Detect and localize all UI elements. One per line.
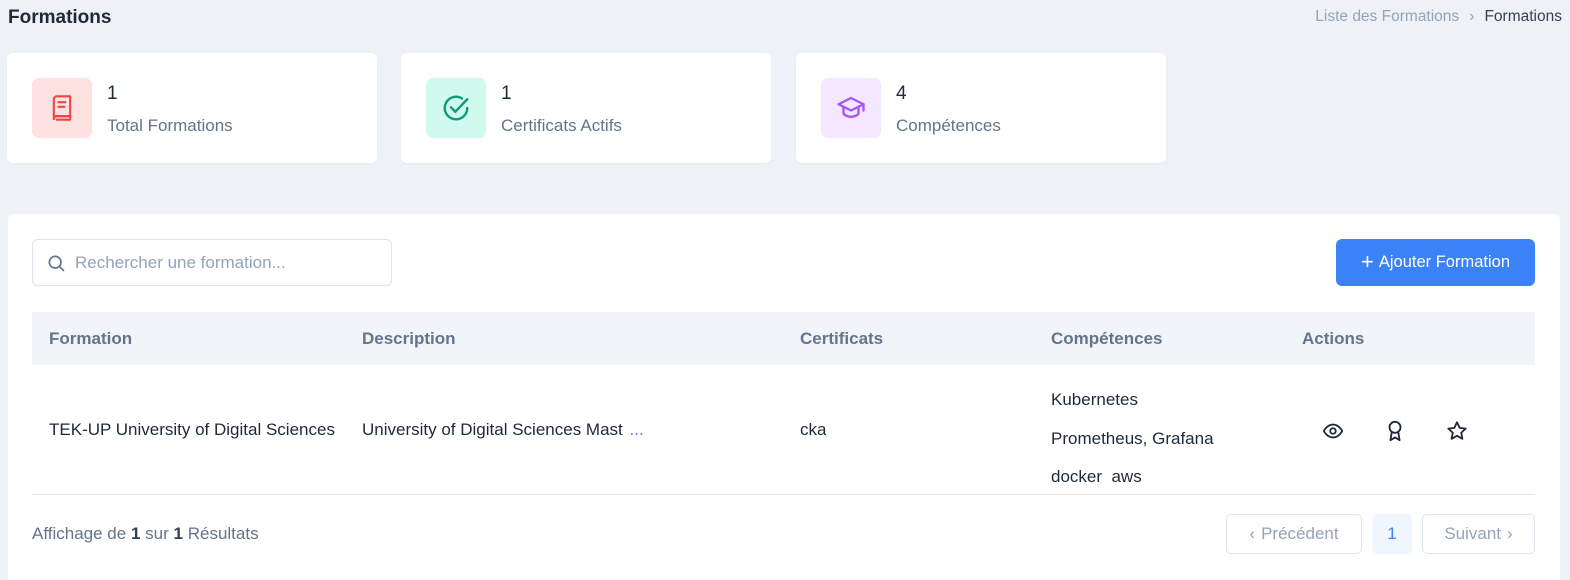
column-header-certificats: Certificats xyxy=(800,329,884,348)
eye-icon[interactable] xyxy=(1319,417,1347,445)
stat-value: 1 xyxy=(501,83,512,104)
stat-label: Total Formations xyxy=(107,116,233,135)
search-icon xyxy=(46,253,66,273)
previous-page-label: Précédent xyxy=(1261,524,1339,543)
plus-icon: + xyxy=(1361,248,1374,274)
stat-value: 4 xyxy=(896,83,907,104)
check-circle-icon xyxy=(426,78,486,138)
page-number-button[interactable]: 1 xyxy=(1372,514,1412,554)
cell-formation: TEK-UP University of Digital Sciences xyxy=(49,420,335,439)
chevron-left-icon: ‹ xyxy=(1249,524,1256,543)
next-page-label: Suivant xyxy=(1444,524,1502,543)
cell-description: University of Digital Sciences Mast ... xyxy=(362,420,644,440)
cell-competences: Kubernetes Prometheus, Grafana docker aw… xyxy=(1051,381,1214,497)
chevron-right-icon: › xyxy=(1507,524,1513,543)
cell-certificats: cka xyxy=(800,420,827,439)
description-text: University of Digital Sciences Mast xyxy=(362,420,623,439)
page-title: Formations xyxy=(8,7,112,28)
stat-card-certificats-actifs: 1 Certificats Actifs xyxy=(401,53,771,163)
skill-item: Kubernetes xyxy=(1051,390,1138,409)
table-row: TEK-UP University of Digital Sciences Un… xyxy=(32,365,1535,495)
stat-label: Compétences xyxy=(896,116,1001,135)
skill-item: docker aws xyxy=(1051,467,1142,486)
description-more-link[interactable]: ... xyxy=(630,420,644,439)
table-header: Formation Description Certificats Compét… xyxy=(32,312,1535,365)
column-header-description: Description xyxy=(362,329,456,348)
stat-value: 1 xyxy=(107,83,118,104)
breadcrumb-current: Formations xyxy=(1484,8,1562,25)
breadcrumb: Liste des Formations › Formations xyxy=(1315,8,1562,26)
breadcrumb-link-list[interactable]: Liste des Formations xyxy=(1315,8,1459,26)
book-icon xyxy=(32,78,92,138)
results-middle: sur xyxy=(145,524,169,543)
next-page-button[interactable]: Suivant › xyxy=(1422,514,1535,554)
graduation-cap-icon xyxy=(821,78,881,138)
stat-card-competences: 4 Compétences xyxy=(796,53,1166,163)
skill-item: Prometheus, Grafana xyxy=(1051,428,1214,448)
previous-page-button[interactable]: ‹ Précédent xyxy=(1226,514,1362,554)
stat-label: Certificats Actifs xyxy=(501,116,622,135)
results-prefix: Affichage de xyxy=(32,524,127,543)
results-total: 1 xyxy=(173,524,183,543)
add-formation-label: Ajouter Formation xyxy=(1378,253,1510,271)
star-icon[interactable] xyxy=(1443,417,1471,445)
search-box xyxy=(32,239,392,286)
column-header-formation: Formation xyxy=(49,329,133,348)
formations-panel: + Ajouter Formation Formation Descriptio… xyxy=(8,214,1560,580)
chevron-right-icon: › xyxy=(1469,8,1475,25)
stat-card-total-formations: 1 Total Formations xyxy=(7,53,377,163)
results-from: 1 xyxy=(130,524,141,543)
column-header-competences: Compétences xyxy=(1051,329,1163,348)
search-input[interactable] xyxy=(75,252,365,273)
add-formation-button[interactable]: + Ajouter Formation xyxy=(1336,239,1535,286)
results-suffix: Résultats xyxy=(187,524,259,543)
column-header-actions: Actions xyxy=(1302,329,1365,348)
award-icon[interactable] xyxy=(1381,417,1409,445)
results-summary: Affichage de 1 sur 1 Résultats xyxy=(32,524,259,544)
